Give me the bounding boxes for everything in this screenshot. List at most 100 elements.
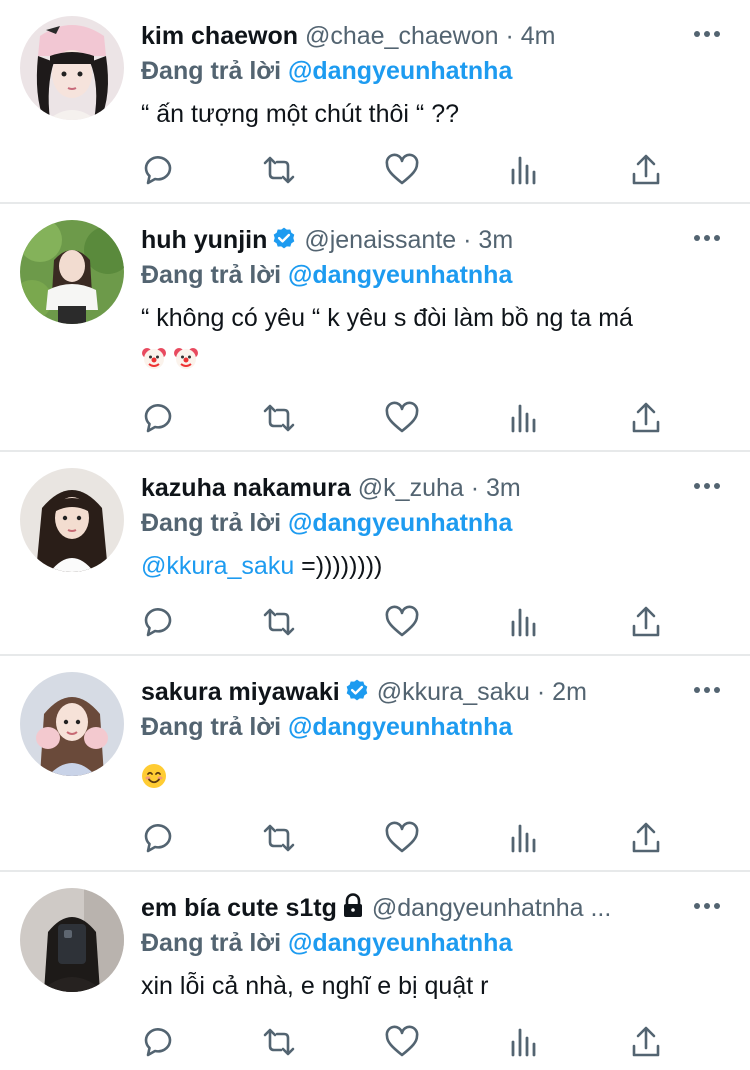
tweet-text-body: xin lỗi cả nhà, e nghĩ e bị quật r: [141, 972, 489, 1000]
verified-badge-icon: [344, 678, 370, 710]
replying-to-label: Đang trả lời: [141, 713, 288, 741]
tweet-action-bar: [141, 820, 681, 856]
like-icon[interactable]: [384, 1024, 420, 1060]
timestamp[interactable]: 3m: [478, 226, 513, 254]
tweet-action-bar: [141, 152, 681, 188]
tweet-action-bar: [141, 400, 681, 436]
separator-dot: ·: [536, 678, 546, 706]
avatar[interactable]: [20, 16, 124, 120]
tweet-header: em bía cute s1tg @dangyeunhatnha ...: [141, 890, 690, 926]
separator-dot: ·: [470, 474, 480, 502]
timestamp[interactable]: 3m: [486, 474, 521, 502]
more-options-icon[interactable]: [692, 226, 722, 250]
share-icon[interactable]: [628, 1024, 664, 1060]
user-handle[interactable]: @k_zuha: [358, 474, 464, 502]
clown-face-emoji: [141, 343, 167, 369]
tweet-action-bar: [141, 1024, 681, 1060]
share-icon[interactable]: [628, 152, 664, 188]
share-icon[interactable]: [628, 820, 664, 856]
retweet-icon[interactable]: [261, 1024, 297, 1060]
display-name[interactable]: em bía cute s1tg: [141, 894, 337, 922]
replying-to-line: Đang trả lời @dangyeunhatnha: [141, 54, 512, 88]
replying-to-handle[interactable]: @dangyeunhatnha: [288, 261, 512, 289]
display-name[interactable]: kazuha nakamura: [141, 474, 351, 502]
analytics-icon[interactable]: [506, 604, 542, 640]
clown-face-emoji: [173, 343, 199, 369]
retweet-icon[interactable]: [261, 604, 297, 640]
tweet-header: sakura miyawaki @kkura_saku · 2m: [141, 674, 690, 710]
display-name[interactable]: sakura miyawaki: [141, 678, 340, 706]
emoji-row: [141, 338, 722, 378]
tweet-text: “ không có yêu “ k yêu s đòi làm bồ ng t…: [141, 298, 722, 378]
avatar[interactable]: [20, 220, 124, 324]
tweet-header: kazuha nakamura @k_zuha · 3m: [141, 470, 690, 506]
reply-icon[interactable]: [141, 152, 177, 188]
tweet-card[interactable]: huh yunjin @jenaissante · 3m Đang trả lờ…: [0, 204, 750, 452]
user-handle[interactable]: @chae_chaewon: [305, 22, 499, 50]
tweet-text-body: “ ấn tượng một chút thôi “ ??: [141, 100, 460, 128]
retweet-icon[interactable]: [261, 820, 297, 856]
tweet-text-body: “ không có yêu “ k yêu s đòi làm bồ ng t…: [141, 304, 633, 332]
smiling-face-emoji: [141, 761, 167, 788]
tweet-card[interactable]: kim chaewon @chae_chaewon · 4m Đang trả …: [0, 0, 750, 204]
timestamp[interactable]: 4m: [521, 22, 556, 50]
text-mention-link[interactable]: @kkura_saku: [141, 552, 294, 580]
timestamp[interactable]: 2m: [552, 678, 587, 706]
replying-to-line: Đang trả lời @dangyeunhatnha: [141, 506, 512, 540]
user-handle[interactable]: @dangyeunhatnha ...: [372, 894, 611, 922]
tweet-text: “ ấn tượng một chút thôi “ ??: [141, 94, 722, 134]
more-options-icon[interactable]: [692, 22, 722, 46]
avatar[interactable]: [20, 888, 124, 992]
user-handle[interactable]: @kkura_saku: [377, 678, 530, 706]
separator-dot: ·: [463, 226, 472, 254]
replying-to-handle[interactable]: @dangyeunhatnha: [288, 509, 512, 537]
retweet-icon[interactable]: [261, 400, 297, 436]
analytics-icon[interactable]: [506, 1024, 542, 1060]
tweet-text: @kkura_saku =)))))))): [141, 546, 722, 586]
replying-to-label: Đang trả lời: [141, 57, 288, 85]
like-icon[interactable]: [384, 152, 420, 188]
lock-icon: [341, 893, 365, 926]
like-icon[interactable]: [384, 400, 420, 436]
like-icon[interactable]: [384, 604, 420, 640]
analytics-icon[interactable]: [506, 152, 542, 188]
display-name[interactable]: huh yunjin: [141, 226, 267, 254]
tweet-text: [141, 756, 722, 796]
replying-to-line: Đang trả lời @dangyeunhatnha: [141, 926, 512, 960]
retweet-icon[interactable]: [261, 152, 297, 188]
reply-icon[interactable]: [141, 820, 177, 856]
separator-dot: ·: [505, 22, 514, 50]
tweet-header: kim chaewon @chae_chaewon · 4m: [141, 18, 690, 54]
tweet-header: huh yunjin @jenaissante · 3m: [141, 222, 690, 258]
replying-to-handle[interactable]: @dangyeunhatnha: [288, 57, 512, 85]
like-icon[interactable]: [384, 820, 420, 856]
more-options-icon[interactable]: [692, 474, 722, 498]
reply-icon[interactable]: [141, 604, 177, 640]
reply-icon[interactable]: [141, 1024, 177, 1060]
replying-to-label: Đang trả lời: [141, 261, 288, 289]
verified-badge-icon: [271, 226, 297, 258]
tweet-card[interactable]: sakura miyawaki @kkura_saku · 2m Đang tr…: [0, 656, 750, 872]
replying-to-label: Đang trả lời: [141, 929, 288, 957]
tweet-card[interactable]: kazuha nakamura @k_zuha · 3m Đang trả lờ…: [0, 452, 750, 656]
replying-to-handle[interactable]: @dangyeunhatnha: [288, 929, 512, 957]
tweet-card[interactable]: em bía cute s1tg @dangyeunhatnha ... Đan…: [0, 872, 750, 1070]
analytics-icon[interactable]: [506, 820, 542, 856]
user-handle[interactable]: @jenaissante: [304, 226, 456, 254]
display-name[interactable]: kim chaewon: [141, 22, 298, 50]
avatar[interactable]: [20, 672, 124, 776]
reply-icon[interactable]: [141, 400, 177, 436]
reply-feed: kim chaewon @chae_chaewon · 4m Đang trả …: [0, 0, 750, 1070]
replying-to-line: Đang trả lời @dangyeunhatnha: [141, 258, 512, 292]
more-options-icon[interactable]: [692, 894, 722, 918]
replying-to-label: Đang trả lời: [141, 509, 288, 537]
replying-to-handle[interactable]: @dangyeunhatnha: [288, 713, 512, 741]
share-icon[interactable]: [628, 604, 664, 640]
analytics-icon[interactable]: [506, 400, 542, 436]
share-icon[interactable]: [628, 400, 664, 436]
replying-to-line: Đang trả lời @dangyeunhatnha: [141, 710, 512, 744]
tweet-text: xin lỗi cả nhà, e nghĩ e bị quật r: [141, 966, 722, 1006]
tweet-action-bar: [141, 604, 681, 640]
avatar[interactable]: [20, 468, 124, 572]
more-options-icon[interactable]: [692, 678, 722, 702]
